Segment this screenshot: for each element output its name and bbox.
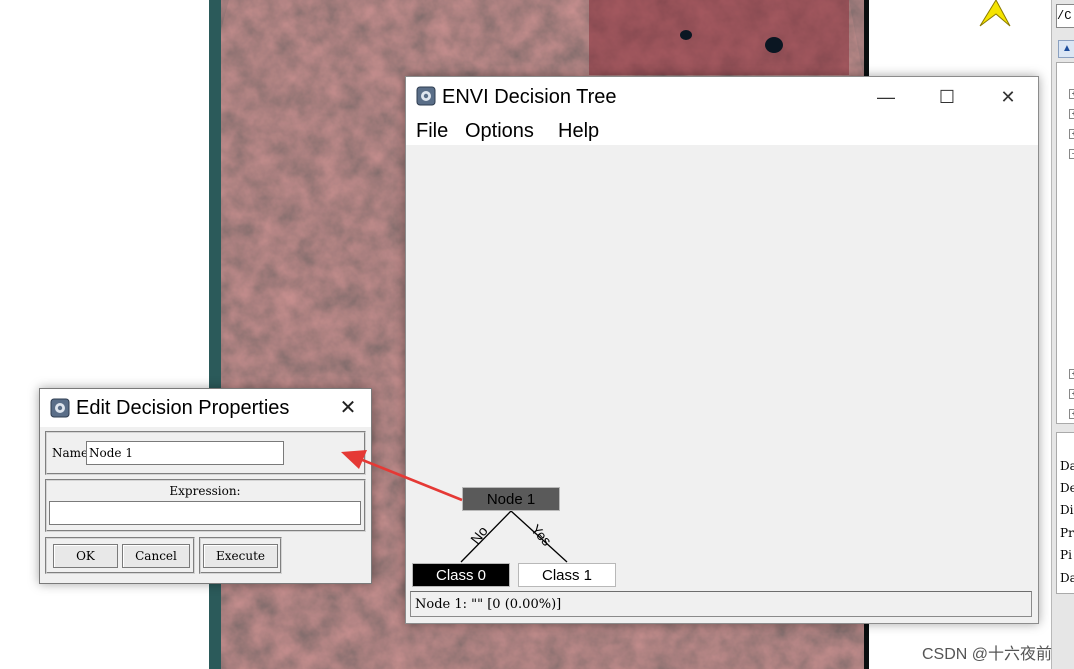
dialog-titlebar[interactable]: Edit Decision Properties ✕ xyxy=(40,389,371,427)
properties-list: Da De Di Pr Pi Da xyxy=(1056,432,1074,594)
tree-canvas[interactable]: No Yes xyxy=(406,145,1038,589)
edit-decision-dialog: Edit Decision Properties ✕ Name Node 1 E… xyxy=(39,388,372,584)
layer-tree[interactable]: + + + − + + + xyxy=(1056,62,1074,424)
minimize-icon[interactable]: — xyxy=(866,85,906,109)
dialog-title: Edit Decision Properties xyxy=(76,397,290,419)
ok-button[interactable]: OK xyxy=(53,544,118,568)
prop-label: Pi xyxy=(1060,548,1072,562)
envi-app-icon xyxy=(416,86,436,106)
expand-icon[interactable]: + xyxy=(1069,369,1074,379)
window-title: ENVI Decision Tree xyxy=(442,86,617,108)
decision-node[interactable]: Node 1 xyxy=(462,487,560,511)
menu-help[interactable]: Help xyxy=(558,119,599,143)
watermark-text: CSDN @十六夜前 xyxy=(922,646,1053,663)
class-node-0[interactable]: Class 0 xyxy=(412,563,510,587)
prop-label: Da xyxy=(1060,571,1074,585)
collapse-up-icon[interactable]: ▲ xyxy=(1058,40,1074,58)
menu-file[interactable]: File xyxy=(416,119,448,143)
close-icon[interactable]: ✕ xyxy=(332,396,364,420)
prop-label: Di xyxy=(1060,503,1074,517)
expand-icon[interactable]: + xyxy=(1069,89,1074,99)
name-label: Name xyxy=(52,446,89,460)
class-node-1[interactable]: Class 1 xyxy=(518,563,616,587)
expand-icon[interactable]: + xyxy=(1069,109,1074,119)
collapse-icon[interactable]: − xyxy=(1069,149,1074,159)
close-icon[interactable]: ✕ xyxy=(988,85,1028,109)
name-input[interactable]: Node 1 xyxy=(86,441,284,465)
execute-button[interactable]: Execute xyxy=(203,544,278,568)
prop-label: Da xyxy=(1060,459,1074,473)
maximize-icon[interactable]: ☐ xyxy=(927,85,967,109)
prop-label: De xyxy=(1060,481,1074,495)
status-bar: Node 1: "" [0 (0.00%)] xyxy=(410,591,1032,617)
decision-tree-window: ENVI Decision Tree — ☐ ✕ File Options He… xyxy=(405,76,1039,624)
menu-options[interactable]: Options xyxy=(465,119,534,143)
expression-label: Expression: xyxy=(169,484,241,498)
envi-app-icon xyxy=(50,398,70,418)
expand-icon[interactable]: + xyxy=(1069,129,1074,139)
cancel-button[interactable]: Cancel xyxy=(122,544,190,568)
tree-branch-lines xyxy=(460,510,568,563)
expand-icon[interactable]: + xyxy=(1069,409,1074,419)
expression-input[interactable] xyxy=(49,501,361,525)
expand-icon[interactable]: + xyxy=(1069,389,1074,399)
prop-label: Pr xyxy=(1060,526,1074,540)
path-field[interactable]: /C xyxy=(1056,4,1074,28)
north-arrow-icon xyxy=(979,0,1011,27)
window-titlebar[interactable]: ENVI Decision Tree — ☐ ✕ xyxy=(406,77,1038,117)
menu-bar: File Options Help xyxy=(406,117,1038,145)
layer-manager-panel: /C ▲ + + + − + + + Da De Di Pr Pi Da xyxy=(1051,0,1074,669)
